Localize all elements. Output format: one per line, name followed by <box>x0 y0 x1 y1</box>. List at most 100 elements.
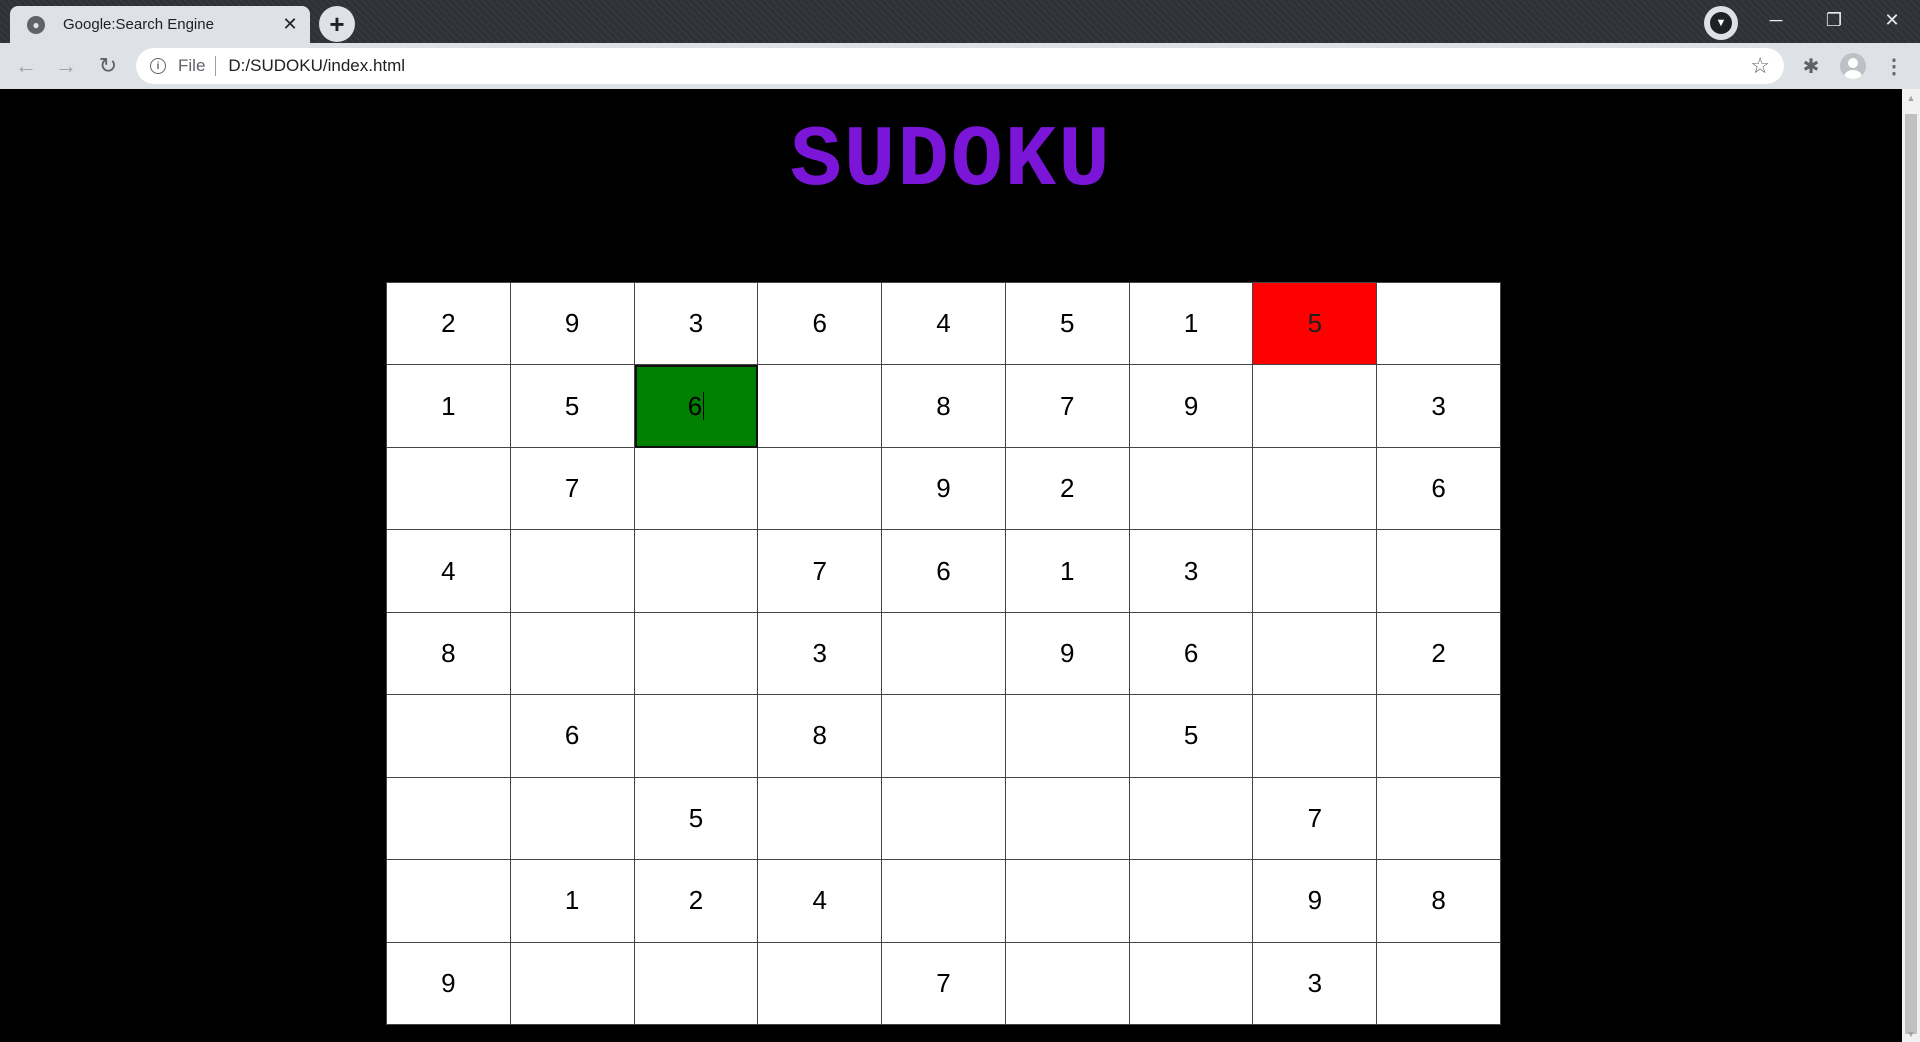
sudoku-cell[interactable] <box>882 860 1006 943</box>
url-text[interactable]: D:/SUDOKU/index.html <box>228 56 1750 76</box>
sudoku-cell[interactable]: 1 <box>510 860 635 943</box>
sudoku-cell[interactable] <box>1005 860 1130 943</box>
sudoku-cell[interactable]: 1 <box>1129 283 1254 366</box>
info-icon[interactable]: i <box>150 58 166 74</box>
sudoku-cell[interactable]: 1 <box>1005 530 1130 613</box>
sudoku-cell[interactable] <box>882 612 1006 696</box>
sudoku-cell[interactable]: 3 <box>1129 530 1254 613</box>
sudoku-cell[interactable]: 6 <box>758 283 883 366</box>
sudoku-cell[interactable] <box>1377 283 1501 366</box>
browser-tab[interactable]: ● Google:Search Engine ✕ <box>10 6 310 43</box>
sudoku-cell[interactable] <box>1005 942 1130 1025</box>
sudoku-cell[interactable]: 5 <box>510 365 635 448</box>
sudoku-cell[interactable]: 7 <box>510 447 635 531</box>
sudoku-cell[interactable]: 3 <box>1253 942 1378 1025</box>
sudoku-cell[interactable] <box>634 530 759 613</box>
sudoku-cell[interactable]: 3 <box>634 283 759 366</box>
sudoku-cell[interactable]: 9 <box>882 447 1006 531</box>
minimize-button[interactable]: ─ <box>1748 0 1804 40</box>
back-arrow-icon[interactable]: ← <box>12 52 40 80</box>
sudoku-cell[interactable]: 9 <box>510 283 635 366</box>
sudoku-cell[interactable]: 4 <box>758 860 883 943</box>
sudoku-cell[interactable] <box>510 777 635 861</box>
sudoku-cell[interactable] <box>634 695 759 778</box>
sudoku-cell[interactable] <box>1129 942 1254 1025</box>
sudoku-cell[interactable]: 3 <box>1377 365 1501 448</box>
sudoku-cell[interactable] <box>882 695 1006 778</box>
scroll-thumb[interactable] <box>1905 114 1917 1034</box>
sudoku-cell[interactable] <box>758 942 883 1025</box>
restore-button[interactable]: ❐ <box>1806 0 1862 40</box>
sudoku-cell[interactable]: 6 <box>1129 612 1254 696</box>
profile-icon[interactable] <box>1839 52 1867 80</box>
sudoku-cell[interactable] <box>1253 365 1378 448</box>
extensions-icon[interactable]: ✱ <box>1797 52 1825 80</box>
sudoku-cell[interactable]: 2 <box>1377 612 1501 696</box>
sudoku-cell[interactable] <box>758 777 883 861</box>
sudoku-cell[interactable] <box>634 447 759 531</box>
tab-close-icon[interactable]: ✕ <box>280 14 300 35</box>
sudoku-cell-selected[interactable]: 6 <box>634 365 759 448</box>
close-window-button[interactable]: ✕ <box>1864 0 1920 40</box>
reload-icon[interactable]: ↻ <box>94 52 122 80</box>
sudoku-cell[interactable]: 9 <box>1253 860 1378 943</box>
sudoku-cell[interactable]: 7 <box>1253 777 1378 861</box>
sudoku-cell[interactable] <box>510 530 635 613</box>
sudoku-cell[interactable] <box>1253 612 1378 696</box>
sudoku-cell[interactable] <box>758 447 883 531</box>
sudoku-cell[interactable] <box>387 860 511 943</box>
sudoku-cell[interactable] <box>1377 530 1501 613</box>
sudoku-cell[interactable] <box>1377 777 1501 861</box>
sudoku-cell[interactable] <box>387 777 511 861</box>
sudoku-cell[interactable]: 2 <box>387 283 511 366</box>
sudoku-cell[interactable] <box>1377 695 1501 778</box>
forward-arrow-icon[interactable]: → <box>52 52 80 80</box>
new-tab-button[interactable]: + <box>319 6 355 42</box>
sudoku-cell[interactable]: 1 <box>387 365 511 448</box>
sudoku-cell[interactable]: 5 <box>1129 695 1254 778</box>
sudoku-cell[interactable] <box>882 777 1006 861</box>
sudoku-cell[interactable]: 5 <box>1005 283 1130 366</box>
address-bar[interactable]: i File D:/SUDOKU/index.html ☆ <box>136 48 1784 84</box>
sudoku-cell[interactable]: 6 <box>510 695 635 778</box>
sudoku-cell[interactable] <box>634 612 759 696</box>
sudoku-cell[interactable]: 9 <box>1005 612 1130 696</box>
sudoku-cell[interactable] <box>1005 695 1130 778</box>
sudoku-cell[interactable]: 9 <box>387 942 511 1025</box>
sudoku-cell[interactable]: 3 <box>758 612 883 696</box>
star-icon[interactable]: ☆ <box>1750 53 1770 79</box>
menu-icon[interactable]: ⋮ <box>1880 52 1908 80</box>
sudoku-cell[interactable]: 9 <box>1129 365 1254 448</box>
sudoku-cell[interactable]: 6 <box>882 530 1006 613</box>
sudoku-cell[interactable]: 6 <box>1377 447 1501 531</box>
sudoku-cell[interactable]: 4 <box>387 530 511 613</box>
sudoku-cell[interactable] <box>634 942 759 1025</box>
sudoku-cell[interactable]: 8 <box>758 695 883 778</box>
sudoku-cell[interactable] <box>1129 777 1254 861</box>
sudoku-cell[interactable] <box>1129 447 1254 531</box>
sudoku-cell[interactable] <box>387 447 511 531</box>
sudoku-cell[interactable]: 5 <box>1253 283 1378 366</box>
sudoku-cell[interactable]: 2 <box>1005 447 1130 531</box>
sudoku-cell[interactable] <box>1129 860 1254 943</box>
tab-search-button[interactable]: ▼ <box>1704 6 1738 40</box>
sudoku-cell[interactable]: 8 <box>882 365 1006 448</box>
sudoku-cell[interactable]: 5 <box>634 777 759 861</box>
sudoku-cell[interactable]: 4 <box>882 283 1006 366</box>
sudoku-cell[interactable]: 2 <box>634 860 759 943</box>
sudoku-cell[interactable] <box>510 612 635 696</box>
scroll-up-arrow-icon[interactable]: ▲ <box>1902 89 1920 106</box>
sudoku-cell[interactable] <box>1377 942 1501 1025</box>
sudoku-cell[interactable] <box>1005 777 1130 861</box>
sudoku-cell[interactable]: 7 <box>882 942 1006 1025</box>
page-scrollbar[interactable]: ▲ ▼ <box>1902 89 1920 1042</box>
scroll-down-arrow-icon[interactable]: ▼ <box>1902 1025 1920 1042</box>
sudoku-cell[interactable] <box>1253 530 1378 613</box>
sudoku-cell[interactable]: 8 <box>1377 860 1501 943</box>
sudoku-cell[interactable]: 7 <box>758 530 883 613</box>
sudoku-cell[interactable]: 7 <box>1005 365 1130 448</box>
sudoku-cell[interactable] <box>758 365 883 448</box>
sudoku-cell[interactable] <box>510 942 635 1025</box>
sudoku-cell[interactable] <box>387 695 511 778</box>
sudoku-cell[interactable] <box>1253 695 1378 778</box>
